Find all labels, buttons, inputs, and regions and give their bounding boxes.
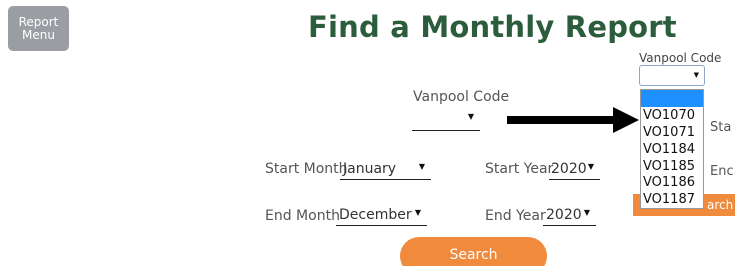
dropdown-option[interactable]: VO1070 [641,107,703,124]
inset-search-label: arch [707,198,734,212]
dropdown-option[interactable]: VO1071 [641,124,703,141]
page: Report Menu Find a Monthly Report Vanpoo… [0,0,735,266]
start-year-value: 2020 [551,161,587,177]
page-title: Find a Monthly Report [308,10,677,44]
start-month-label: Start Month [265,161,348,177]
end-month-value: December [339,207,412,223]
end-year-label: End Year [485,208,546,224]
vanpool-code-label: Vanpool Code [413,89,510,105]
start-month-select[interactable]: January ▼ [340,161,431,180]
dropdown-option[interactable]: VO1184 [641,141,703,158]
dropdown-arrow-icon: ▼ [414,208,421,217]
dropdown-option[interactable] [641,90,703,107]
dropdown-option[interactable]: VO1187 [641,191,703,208]
inset-vanpool-code-label: Vanpool Code [639,51,722,65]
report-menu-button[interactable]: Report Menu [8,6,69,51]
end-month-label: End Month [265,208,340,224]
dropdown-option[interactable]: VO1186 [641,174,703,191]
dropdown-arrow-icon: ▼ [467,112,474,121]
end-year-select[interactable]: 2020 ▼ [543,207,596,226]
dropdown-arrow-icon: ▼ [418,162,425,171]
inset-dropdown-list: VO1070 VO1071 VO1184 VO1185 VO1186 VO118… [640,89,704,210]
vanpool-code-select[interactable]: ▼ [412,111,480,131]
inset-partial-start-label: Sta [710,120,732,135]
inset-vanpool-code-select[interactable]: ▼ [639,65,705,86]
start-year-select[interactable]: 2020 ▼ [549,161,600,180]
search-button[interactable]: Search [400,237,547,266]
end-month-select[interactable]: December ▼ [336,207,427,226]
dropdown-option[interactable]: VO1185 [641,158,703,175]
dropdown-arrow-icon: ▼ [693,71,699,79]
dropdown-arrow-icon: ▼ [587,162,594,171]
start-month-value: January [343,161,397,177]
dropdown-arrow-icon: ▼ [583,208,590,217]
inset-partial-end-label: Enc [710,164,734,179]
end-year-value: 2020 [546,207,582,223]
pointer-arrow-icon [507,107,639,133]
start-year-label: Start Year [485,161,554,177]
